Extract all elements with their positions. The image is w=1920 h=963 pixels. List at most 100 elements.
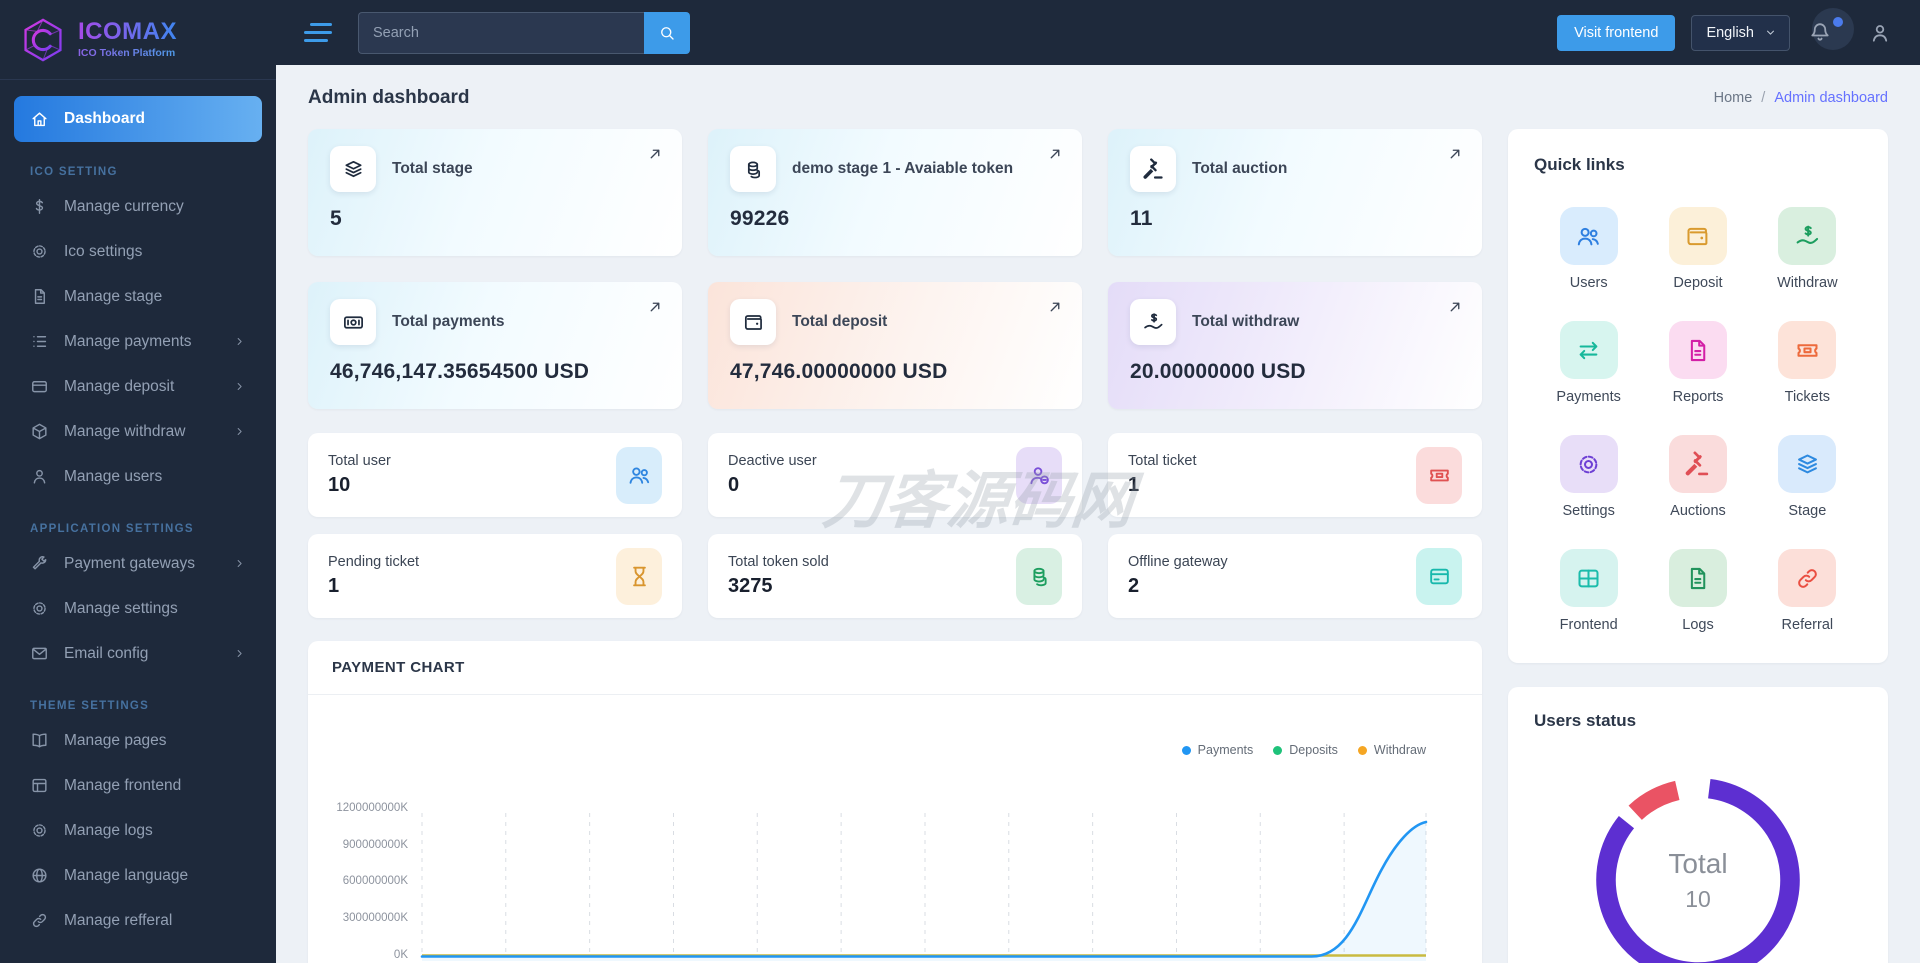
sidebar-item-label: Manage payments xyxy=(64,332,192,350)
gear-icon xyxy=(1575,451,1602,478)
payment-chart-panel: PAYMENT CHART Payments Deposits Withdraw… xyxy=(308,641,1482,963)
stat-card-value: 1 xyxy=(1128,474,1140,496)
stat-card-icon-box xyxy=(1130,146,1176,192)
stat-card-label: Total ticket xyxy=(1128,453,1197,469)
sidebar-item-manage-settings[interactable]: Manage settings xyxy=(14,586,262,631)
brand-name: ICOMAX xyxy=(78,18,177,45)
sidebar-item-manage-frontend[interactable]: Manage frontend xyxy=(14,763,262,808)
sidebar-item-manage-stage[interactable]: Manage stage xyxy=(14,274,262,319)
sidebar-item-manage-deposit[interactable]: Manage deposit xyxy=(14,364,262,409)
stat-card-icon-box xyxy=(730,146,776,192)
sidebar-item-ico-settings[interactable]: Ico settings xyxy=(14,229,262,274)
stat-card-total-ticket[interactable]: Total ticket 1 xyxy=(1108,433,1482,517)
quick-link-label: Users xyxy=(1569,275,1608,291)
sidebar-item-manage-users[interactable]: Manage users xyxy=(14,454,262,499)
stat-card-label: Total deposit xyxy=(792,313,888,330)
sidebar-item-label: Manage language xyxy=(64,866,189,884)
quick-link-settings[interactable]: Settings xyxy=(1534,435,1643,519)
sidebar-item-manage-language[interactable]: Manage language xyxy=(14,853,262,898)
legend-item-deposits[interactable]: Deposits xyxy=(1273,743,1338,757)
file-icon xyxy=(30,287,49,306)
chevron-right-icon xyxy=(233,335,246,348)
chevron-right-icon xyxy=(233,425,246,438)
sidebar-item-manage-withdraw[interactable]: Manage withdraw xyxy=(14,409,262,454)
stat-card-total-user[interactable]: Total user 10 xyxy=(308,433,682,517)
stat-card-total-payments[interactable]: Total payments 46,746,147.35654500 USD xyxy=(308,282,682,409)
payment-chart-plot[interactable] xyxy=(420,809,1428,961)
stat-card-label: Total payments xyxy=(392,313,505,330)
legend-item-withdraw[interactable]: Withdraw xyxy=(1357,743,1426,757)
quick-link-deposit[interactable]: Deposit xyxy=(1643,207,1752,291)
gear-icon xyxy=(30,821,49,840)
quick-link-stage[interactable]: Stage xyxy=(1753,435,1862,519)
sidebar-item-payment-gateways[interactable]: Payment gateways xyxy=(14,541,262,586)
sidebar-item-manage-refferal[interactable]: Manage refferal xyxy=(14,898,262,943)
stat-card-demo-stage-1-avaiable-token[interactable]: demo stage 1 - Avaiable token 99226 xyxy=(708,129,1082,256)
stat-card-total-token-sold[interactable]: Total token sold 3275 xyxy=(708,534,1082,618)
sidebar-item-label: Manage logs xyxy=(64,821,153,839)
quick-link-withdraw[interactable]: Withdraw xyxy=(1753,207,1862,291)
sidebar-item-manage-logs[interactable]: Manage logs xyxy=(14,808,262,853)
search-button[interactable] xyxy=(644,11,690,54)
search-input[interactable] xyxy=(358,11,644,54)
layers-icon xyxy=(1794,451,1821,478)
quick-link-payments[interactable]: Payments xyxy=(1534,321,1643,405)
users-status-donut[interactable]: Total 10 xyxy=(1583,765,1813,963)
layout-icon xyxy=(30,776,49,795)
legend-item-payments[interactable]: Payments xyxy=(1181,743,1254,757)
stat-card-label: Total user xyxy=(328,453,391,469)
bell-icon xyxy=(1808,20,1832,44)
stat-card-deactive-user[interactable]: Deactive user 0 xyxy=(708,433,1082,517)
stat-card-total-withdraw[interactable]: Total withdraw 20.00000000 USD xyxy=(1108,282,1482,409)
brand[interactable]: ICOMAX ICO Token Platform xyxy=(0,0,276,80)
payment-chart-title: PAYMENT CHART xyxy=(308,641,1482,695)
file-icon xyxy=(1684,565,1711,592)
link-icon xyxy=(30,911,49,930)
breadcrumb: Home / Admin dashboard xyxy=(1714,90,1888,106)
stat-card-total-auction[interactable]: Total auction 11 xyxy=(1108,129,1482,256)
menu-toggle-button[interactable] xyxy=(304,18,332,47)
stat-card-total-deposit[interactable]: Total deposit 47,746.00000000 USD xyxy=(708,282,1082,409)
quick-link-reports[interactable]: Reports xyxy=(1643,321,1752,405)
coins-icon xyxy=(742,158,765,181)
sidebar-item-dashboard[interactable]: Dashboard xyxy=(14,96,262,142)
legend-dot xyxy=(1357,745,1367,755)
sidebar-item-email-config[interactable]: Email config xyxy=(14,631,262,676)
quick-link-frontend[interactable]: Frontend xyxy=(1534,549,1643,633)
stat-card-total-stage[interactable]: Total stage 5 xyxy=(308,129,682,256)
sidebar-item-label: Manage currency xyxy=(64,197,184,215)
stat-card-label: Total token sold xyxy=(728,554,829,570)
quick-link-users[interactable]: Users xyxy=(1534,207,1643,291)
user-minus-icon xyxy=(1027,463,1052,488)
stat-card-icon-box xyxy=(616,547,662,605)
breadcrumb-current[interactable]: Admin dashboard xyxy=(1774,90,1888,106)
arrow-up-right-icon xyxy=(1046,145,1064,163)
quick-link-label: Auctions xyxy=(1670,503,1726,519)
notification-badge xyxy=(1833,16,1843,27)
profile-button[interactable] xyxy=(1868,21,1892,45)
sidebar-item-manage-payments[interactable]: Manage payments xyxy=(14,319,262,364)
stat-card-icon-box xyxy=(1016,547,1062,605)
legend-label: Payments xyxy=(1197,743,1254,757)
quick-link-tile xyxy=(1668,549,1727,607)
payment-chart-canvas xyxy=(420,813,1428,961)
quick-link-tile xyxy=(1559,435,1618,493)
stat-card-offline-gateway[interactable]: Offline gateway 2 xyxy=(1108,534,1482,618)
payments-series-area xyxy=(422,822,1426,961)
quick-link-auctions[interactable]: Auctions xyxy=(1643,435,1752,519)
breadcrumb-home[interactable]: Home xyxy=(1714,90,1753,106)
quick-link-tickets[interactable]: Tickets xyxy=(1753,321,1862,405)
notifications-button[interactable] xyxy=(1806,7,1854,56)
stat-card-label: Pending ticket xyxy=(328,554,420,570)
quick-link-logs[interactable]: Logs xyxy=(1643,549,1752,633)
sidebar-item-manage-pages[interactable]: Manage pages xyxy=(14,718,262,763)
sidebar-item-manage-currency[interactable]: Manage currency xyxy=(14,184,262,229)
stat-card-icon-box xyxy=(1130,299,1176,345)
stat-card-pending-ticket[interactable]: Pending ticket 1 xyxy=(308,534,682,618)
topbar: Visit frontend English xyxy=(276,0,1920,65)
y-axis-tick: 1200000000K xyxy=(336,802,408,814)
visit-frontend-button[interactable]: Visit frontend xyxy=(1557,14,1676,51)
quick-link-referral[interactable]: Referral xyxy=(1753,549,1862,633)
stat-card-value: 1 xyxy=(328,575,340,597)
language-select[interactable]: English xyxy=(1691,14,1790,51)
